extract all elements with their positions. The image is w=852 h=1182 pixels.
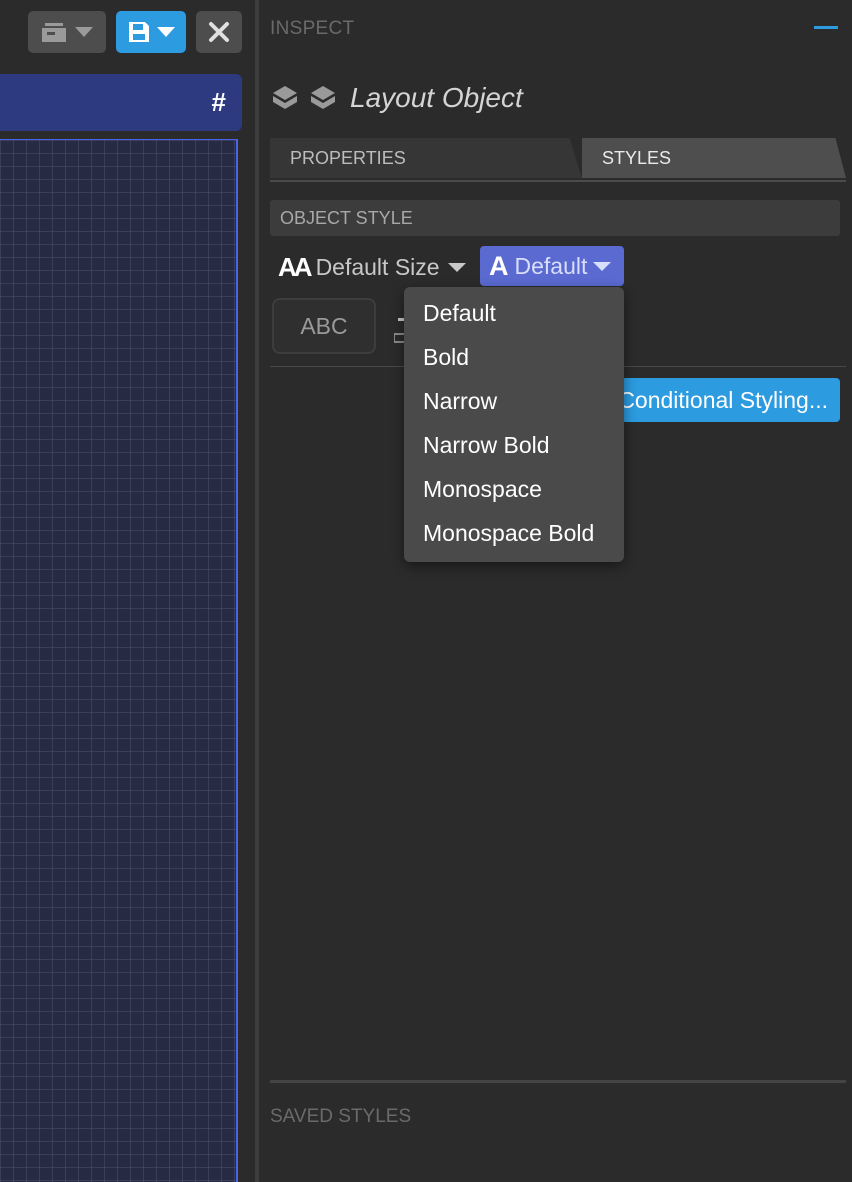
save-menu-button[interactable] xyxy=(116,11,186,53)
panel-resize-handle[interactable] xyxy=(255,0,259,1182)
inspector-panel: INSPECT Layout Object PROPERTIES STYLES … xyxy=(260,0,852,1182)
tab-styles[interactable]: STYLES xyxy=(582,138,846,178)
layout-object-icon xyxy=(273,86,297,109)
tab-properties[interactable]: PROPERTIES xyxy=(270,138,582,178)
inspector-tabs: PROPERTIES STYLES xyxy=(270,138,846,182)
inspector-title: INSPECT xyxy=(270,18,355,39)
layout-header-bar: # xyxy=(0,74,242,131)
chevron-down-icon xyxy=(593,261,612,271)
divider xyxy=(270,1080,846,1083)
text-preview-button[interactable]: ABC xyxy=(272,298,376,354)
close-icon xyxy=(209,22,229,42)
menu-item-monospace-bold[interactable]: Monospace Bold xyxy=(404,513,624,557)
object-header: Layout Object xyxy=(270,82,523,114)
text-size-icon: AA xyxy=(278,251,313,282)
menu-item-narrow-bold[interactable]: Narrow Bold xyxy=(404,425,624,469)
chevron-down-icon xyxy=(447,262,466,272)
menu-item-bold[interactable]: Bold xyxy=(404,337,624,381)
text-size-dropdown[interactable]: AA Default Size xyxy=(278,248,466,286)
saved-styles-heading: SAVED STYLES xyxy=(270,1106,412,1127)
menu-item-default[interactable]: Default xyxy=(404,293,624,337)
font-style-menu: Default Bold Narrow Narrow Bold Monospac… xyxy=(404,287,624,562)
font-style-dropdown[interactable]: A Default xyxy=(480,246,624,286)
archive-icon xyxy=(42,23,66,42)
layout-object-icon xyxy=(311,86,335,109)
chevron-down-icon xyxy=(157,27,175,37)
close-button[interactable] xyxy=(196,11,242,53)
font-icon: A xyxy=(489,250,509,281)
save-icon xyxy=(129,22,149,42)
chevron-down-icon xyxy=(75,27,93,37)
menu-item-narrow[interactable]: Narrow xyxy=(404,381,624,425)
object-title: Layout Object xyxy=(350,82,523,113)
layout-canvas-panel: # xyxy=(0,0,252,1182)
collapse-icon[interactable] xyxy=(814,26,838,29)
font-style-label: Default xyxy=(514,252,588,279)
menu-item-monospace[interactable]: Monospace xyxy=(404,469,624,513)
layout-grid-canvas[interactable] xyxy=(0,139,238,1182)
hash-icon[interactable]: # xyxy=(212,87,226,117)
text-size-label: Default Size xyxy=(315,253,440,280)
conditional-styling-button[interactable]: Conditional Styling... xyxy=(590,378,840,422)
archive-menu-button[interactable] xyxy=(28,11,106,53)
object-style-heading: OBJECT STYLE xyxy=(270,200,840,236)
